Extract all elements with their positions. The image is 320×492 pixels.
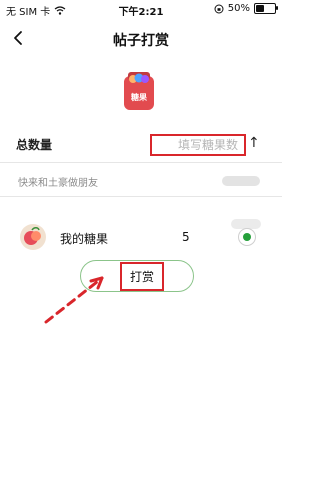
rotation-lock-icon bbox=[214, 4, 224, 13]
my-candy-count: 5 bbox=[182, 230, 190, 244]
battery-icon bbox=[254, 3, 278, 14]
page-title: 帖子打赏 bbox=[113, 33, 169, 49]
arrow-up-icon[interactable]: ↑ bbox=[248, 136, 260, 150]
tip-button-label: 打赏 bbox=[119, 261, 164, 291]
my-candy-label: 我的糖果 bbox=[60, 232, 109, 246]
blur-pill bbox=[222, 176, 260, 186]
status-right: 50% bbox=[214, 3, 278, 14]
balance-row: 我的糖果 5 bbox=[0, 220, 282, 256]
battery-level bbox=[256, 5, 264, 12]
annotation-arrow bbox=[44, 276, 104, 324]
message-row: 快来和土豪做朋友 bbox=[0, 168, 282, 197]
status-bar: 无 SIM 卡 下午2:21 50% bbox=[0, 0, 282, 20]
message-text: 快来和土豪做朋友 bbox=[18, 178, 98, 189]
candy-badge-label: 糖果 bbox=[131, 93, 147, 102]
candy-count-input[interactable] bbox=[150, 134, 246, 156]
header: 帖子打赏 bbox=[0, 22, 282, 56]
candy-radio[interactable] bbox=[238, 228, 256, 246]
total-row: 总数量 ↑ bbox=[0, 126, 282, 163]
avatar bbox=[20, 224, 46, 250]
candy-badge: 糖果 bbox=[120, 70, 158, 114]
fruit-icon bbox=[24, 227, 41, 245]
radio-selected-dot bbox=[243, 233, 251, 241]
battery-percent: 50% bbox=[227, 3, 250, 14]
total-label: 总数量 bbox=[16, 138, 53, 152]
